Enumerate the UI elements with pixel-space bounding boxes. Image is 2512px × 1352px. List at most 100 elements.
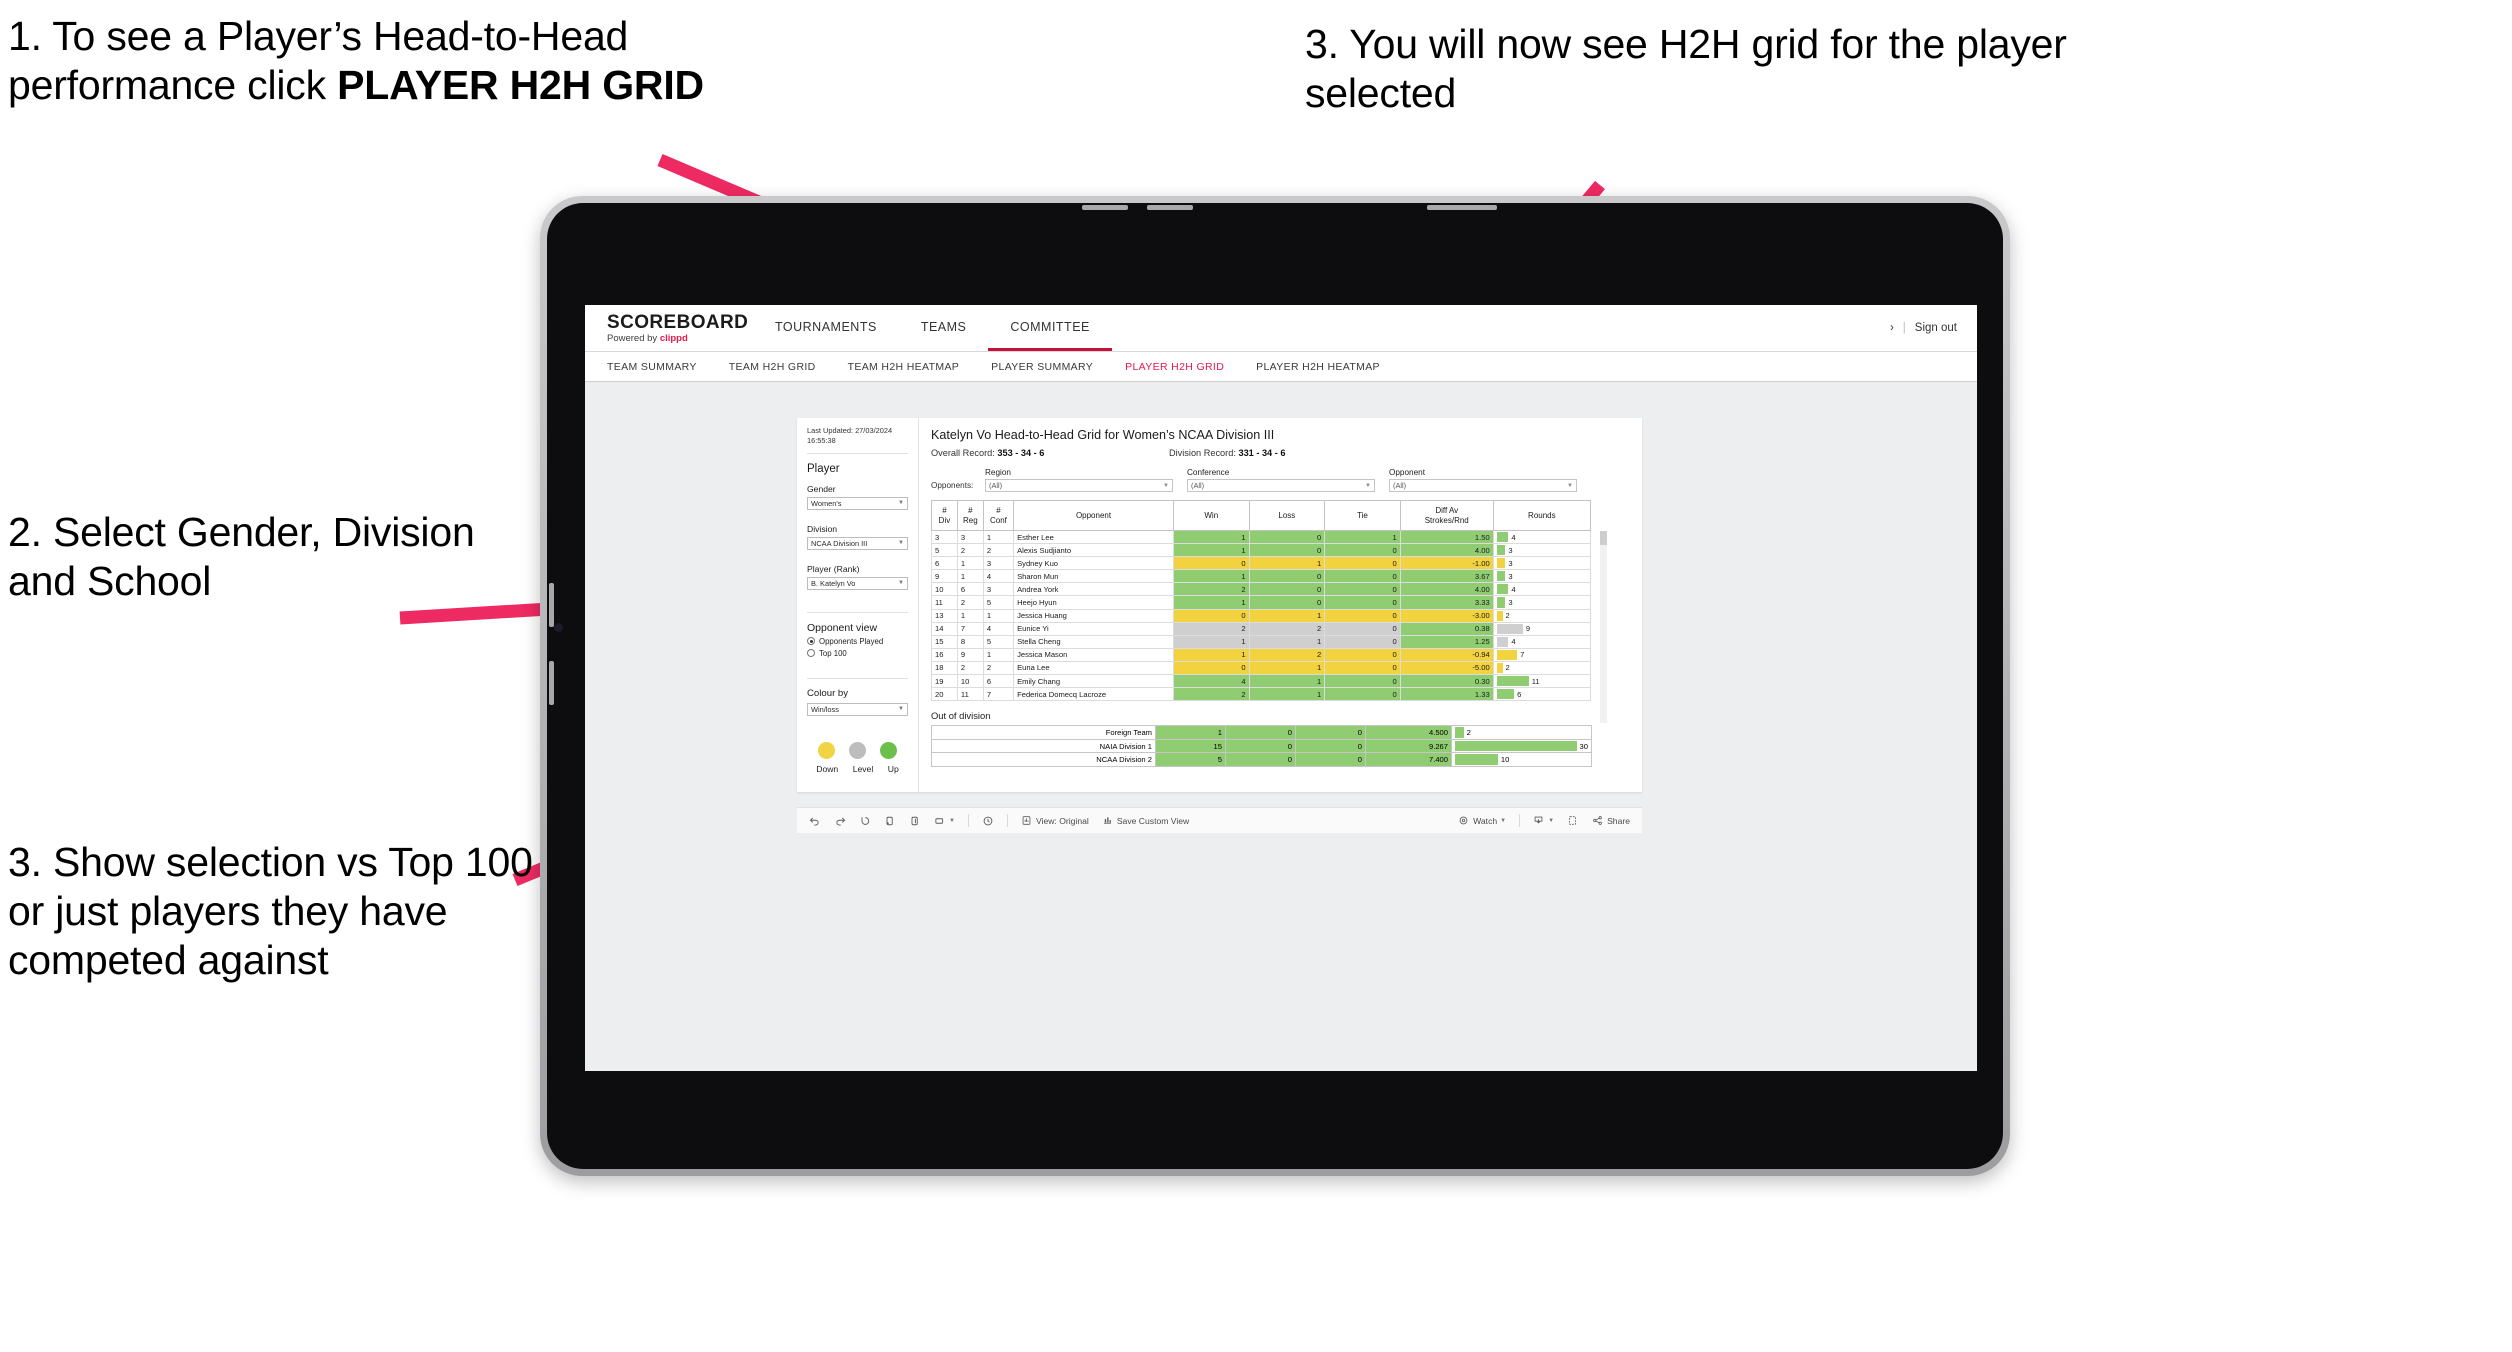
fullscreen-icon[interactable] bbox=[1567, 815, 1579, 827]
table-row[interactable]: 18 2 2 Euna Lee 0 1 0 -5.00 2 bbox=[931, 660, 1592, 676]
table-row[interactable]: 5 2 2 Alexis Sudjianto 1 0 0 4.00 3 bbox=[931, 543, 1592, 558]
out-of-division-row[interactable]: NCAA Division 2 5 0 0 7.400 10 bbox=[931, 752, 1592, 767]
filter-player-select[interactable]: B. Katelyn Vo ▼ bbox=[807, 576, 908, 590]
pause-icon[interactable] bbox=[909, 815, 921, 827]
colour-by-select[interactable]: Win/loss ▼ bbox=[807, 702, 908, 716]
cell-conf: 1 bbox=[982, 529, 1015, 545]
table-scrollbar[interactable] bbox=[1600, 531, 1607, 723]
column-header-2[interactable]: # Conf bbox=[982, 500, 1015, 531]
column-header-0[interactable]: # Div bbox=[931, 500, 958, 531]
radio-top-100[interactable]: Top 100 bbox=[807, 649, 908, 658]
subnav-player-h2h-heatmap[interactable]: PLAYER H2H HEATMAP bbox=[1256, 361, 1380, 373]
subnav-team-summary[interactable]: TEAM SUMMARY bbox=[607, 361, 697, 373]
filter-gender-select[interactable]: Women's ▼ bbox=[807, 496, 908, 510]
filter-label-division: Division bbox=[807, 523, 838, 534]
undo-icon[interactable] bbox=[809, 815, 821, 827]
cell-loss: 1 bbox=[1248, 608, 1326, 623]
cell-div: 10 bbox=[931, 582, 958, 597]
sign-out-link[interactable]: Sign out bbox=[1915, 322, 1957, 334]
view-original-button[interactable]: View: Original bbox=[1021, 815, 1089, 827]
out-of-division-row[interactable]: Foreign Team 1 0 0 4.500 2 bbox=[931, 725, 1592, 740]
table-row[interactable]: 16 9 1 Jessica Mason 1 2 0 -0.94 7 bbox=[931, 647, 1592, 662]
rounds-bar-cell: 7 bbox=[1492, 647, 1592, 662]
cell-div: 6 bbox=[931, 556, 958, 571]
cell-tie: 0 bbox=[1324, 687, 1401, 702]
table-row[interactable]: 3 3 1 Esther Lee 1 0 1 1.50 4 bbox=[931, 529, 1592, 545]
cell-div: 11 bbox=[931, 595, 958, 610]
primary-nav: TOURNAMENTS TEAMS COMMITTEE bbox=[753, 305, 1112, 351]
share-icon bbox=[1592, 815, 1604, 827]
records-row: Overall Record: 353 - 34 - 6 Division Re… bbox=[931, 448, 1628, 458]
page-root: 1. To see a Player’s Head-to-Head perfor… bbox=[0, 0, 2512, 1352]
power-button[interactable] bbox=[1427, 205, 1497, 210]
share-button[interactable]: Share bbox=[1592, 815, 1630, 827]
cell-opponent: Emily Chang bbox=[1013, 674, 1174, 689]
table-row[interactable]: 19 10 6 Emily Chang 4 1 0 0.30 11 bbox=[931, 674, 1592, 689]
table-row[interactable]: 10 6 3 Andrea York 2 0 0 4.00 4 bbox=[931, 582, 1592, 597]
cell-loss: 2 bbox=[1248, 621, 1326, 636]
subnav-team-h2h-grid[interactable]: TEAM H2H GRID bbox=[729, 361, 816, 373]
filter-region-select[interactable]: (All) ▼ bbox=[985, 479, 1173, 492]
radio-icon-selected bbox=[807, 637, 815, 646]
table-row[interactable]: 20 11 7 Federica Domecq Lacroze 2 1 0 1.33 6 bbox=[931, 687, 1592, 702]
redo-icon[interactable] bbox=[834, 815, 846, 827]
download-button[interactable]: ▼ bbox=[1533, 815, 1554, 827]
filter-conference-select[interactable]: (All) ▼ bbox=[1187, 479, 1375, 492]
cell-tie: 0 bbox=[1324, 595, 1401, 610]
table-row[interactable]: 13 1 1 Jessica Huang 0 1 0 -3.00 2 bbox=[931, 608, 1592, 623]
subnav-team-h2h-heatmap[interactable]: TEAM H2H HEATMAP bbox=[848, 361, 960, 373]
rounds-bar-fill bbox=[1496, 571, 1506, 582]
column-header-1[interactable]: # Reg bbox=[956, 500, 984, 531]
volume-down-button[interactable] bbox=[1147, 205, 1193, 210]
table-row[interactable]: 6 1 3 Sydney Kuo 0 1 0 -1.00 3 bbox=[931, 556, 1592, 571]
save-custom-view-button[interactable]: Save Custom View bbox=[1102, 815, 1189, 827]
column-header-7[interactable]: Diff Av Strokes/Rnd bbox=[1399, 500, 1494, 531]
cell-conf: 5 bbox=[982, 634, 1015, 649]
device-layout-control[interactable]: ▼ bbox=[934, 815, 955, 827]
scrollbar-thumb[interactable] bbox=[1600, 531, 1607, 545]
cell-diff: -5.00 bbox=[1399, 660, 1494, 676]
cell-opponent: Andrea York bbox=[1013, 582, 1174, 597]
share-label: Share bbox=[1607, 815, 1630, 826]
refresh-icon[interactable] bbox=[884, 815, 896, 827]
colour-by-label: Colour by bbox=[807, 687, 849, 699]
cell-tie: 0 bbox=[1324, 556, 1401, 571]
nav-tournaments[interactable]: TOURNAMENTS bbox=[753, 305, 899, 351]
cell-opponent: Jessica Huang bbox=[1013, 608, 1174, 623]
nav-committee[interactable]: COMMITTEE bbox=[988, 305, 1112, 351]
nav-teams[interactable]: TEAMS bbox=[899, 305, 989, 351]
cell-diff: -0.94 bbox=[1399, 647, 1494, 662]
chevron-right-icon[interactable]: › bbox=[1890, 322, 1894, 334]
cell-opponent: Sydney Kuo bbox=[1013, 556, 1174, 571]
table-row[interactable]: 9 1 4 Sharon Mun 1 0 0 3.67 3 bbox=[931, 569, 1592, 584]
annotation-step-2: 2. Select Gender, Division and School bbox=[8, 509, 475, 604]
column-header-4[interactable]: Win bbox=[1172, 500, 1250, 531]
filter-opponent-select[interactable]: (All) ▼ bbox=[1389, 479, 1577, 492]
subnav-player-h2h-grid[interactable]: PLAYER H2H GRID bbox=[1125, 361, 1224, 373]
cell-tie: 0 bbox=[1324, 634, 1401, 649]
cell-conf: 3 bbox=[982, 556, 1015, 571]
chevron-down-icon: ▼ bbox=[1548, 817, 1555, 824]
table-row[interactable]: 14 7 4 Eunice Yi 2 2 0 0.38 9 bbox=[931, 621, 1592, 636]
cell-diff: 3.67 bbox=[1399, 569, 1494, 584]
watch-button[interactable]: Watch ▼ bbox=[1458, 815, 1506, 827]
pause-auto-update-icon[interactable] bbox=[982, 815, 994, 827]
cell-div: 18 bbox=[931, 660, 958, 676]
column-header-5[interactable]: Loss bbox=[1248, 500, 1326, 531]
subnav-player-summary[interactable]: PLAYER SUMMARY bbox=[991, 361, 1093, 373]
out-of-division-row[interactable]: NAIA Division 1 15 0 0 9.267 30 bbox=[931, 738, 1592, 754]
table-row[interactable]: 11 2 5 Heejo Hyun 1 0 0 3.33 3 bbox=[931, 595, 1592, 610]
radio-icon-unselected bbox=[807, 649, 815, 658]
revert-icon[interactable] bbox=[859, 815, 871, 827]
volume-up-button[interactable] bbox=[1082, 205, 1128, 210]
cell-conf: 4 bbox=[982, 569, 1015, 584]
column-header-8[interactable]: Rounds bbox=[1492, 500, 1592, 531]
cell-loss: 1 bbox=[1248, 556, 1326, 571]
radio-opponents-played[interactable]: Opponents Played bbox=[807, 637, 908, 646]
app-logo[interactable]: SCOREBOARD Powered by clippd bbox=[585, 312, 753, 344]
column-header-3[interactable]: Opponent bbox=[1013, 500, 1174, 531]
column-header-6[interactable]: Tie bbox=[1324, 500, 1401, 531]
filter-division-select[interactable]: NCAA Division III ▼ bbox=[807, 536, 908, 550]
view-original-label: View: Original bbox=[1035, 815, 1089, 826]
table-row[interactable]: 15 8 5 Stella Cheng 1 1 0 1.25 4 bbox=[931, 634, 1592, 649]
